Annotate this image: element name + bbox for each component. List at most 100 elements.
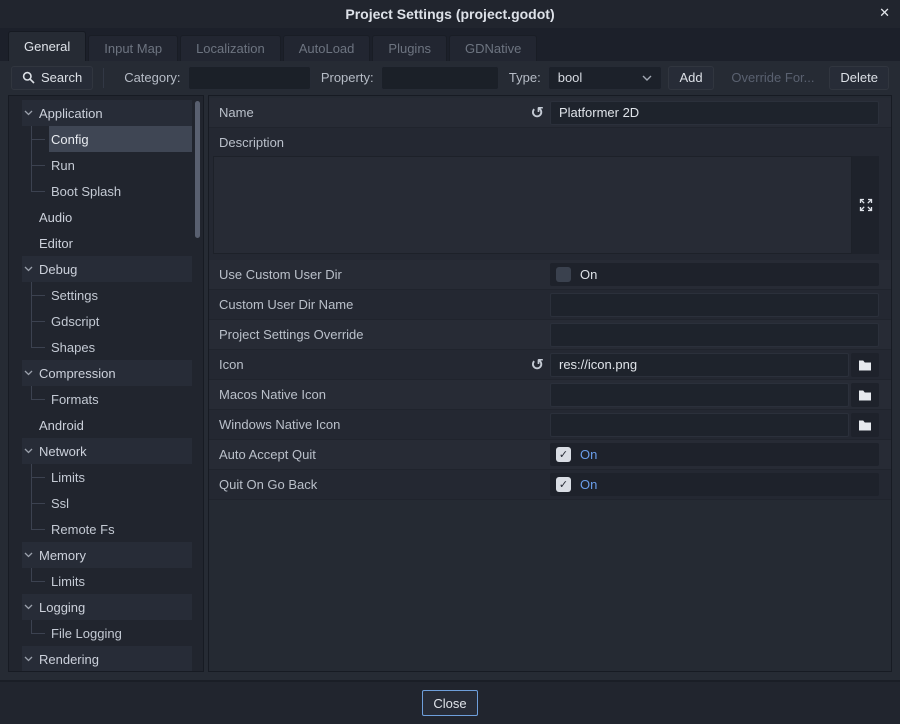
tree-guide <box>31 464 46 490</box>
use-custom-user-dir-checkbox[interactable]: On <box>550 263 879 286</box>
property-row-name: Name ↺ Platformer 2D <box>209 98 891 128</box>
chevron-down-icon[interactable] <box>24 370 33 376</box>
sidebar-item-rendering[interactable]: Rendering <box>9 646 203 672</box>
tab-gdnative[interactable]: GDNative <box>449 35 537 61</box>
property-row-macos-native-icon: Macos Native Icon <box>209 380 891 410</box>
custom-user-dir-name-field[interactable] <box>550 293 879 317</box>
property-row-description: Description <box>209 128 891 156</box>
type-label: Type: <box>509 70 541 85</box>
checkbox-checked-icon: ✓ <box>556 477 571 492</box>
chevron-down-icon[interactable] <box>24 604 33 610</box>
close-icon[interactable]: ✕ <box>879 0 890 28</box>
property-label: Property: <box>321 70 374 85</box>
sidebar-item-network[interactable]: Network <box>9 438 203 464</box>
sections-tree: Application Config Run Boot Splash <box>8 95 204 672</box>
sidebar-item-logging[interactable]: Logging <box>9 594 203 620</box>
project-settings-dialog: Project Settings (project.godot) ✕ Gener… <box>0 0 900 724</box>
property-row-windows-native-icon: Windows Native Icon <box>209 410 891 440</box>
sidebar-item-ssl[interactable]: Ssl <box>9 490 203 516</box>
toolbar-separator <box>103 68 104 88</box>
chevron-down-icon[interactable] <box>24 552 33 558</box>
sidebar-item-shapes[interactable]: Shapes <box>9 334 203 360</box>
type-select[interactable]: bool <box>548 66 662 90</box>
chevron-down-icon[interactable] <box>24 448 33 454</box>
sidebar-item-run[interactable]: Run <box>9 152 203 178</box>
add-button[interactable]: Add <box>668 66 713 90</box>
tree-guide <box>31 620 46 646</box>
tab-bar: General Input Map Localization AutoLoad … <box>0 28 900 61</box>
windows-native-icon-field[interactable] <box>550 413 849 437</box>
tree-guide <box>31 282 46 308</box>
category-label: Category: <box>124 70 180 85</box>
macos-native-icon-field[interactable] <box>550 383 849 407</box>
sidebar-item-memory-limits[interactable]: Limits <box>9 568 203 594</box>
folder-icon <box>858 418 872 431</box>
close-button[interactable]: Close <box>422 690 477 716</box>
property-row-icon: Icon ↺ res://icon.png <box>209 350 891 380</box>
tab-autoload[interactable]: AutoLoad <box>283 35 371 61</box>
delete-button[interactable]: Delete <box>829 66 889 90</box>
windows-icon-browse-button[interactable] <box>851 413 879 437</box>
dialog-footer: Close <box>0 680 900 724</box>
folder-icon <box>858 388 872 401</box>
sidebar-item-settings[interactable]: Settings <box>9 282 203 308</box>
chevron-down-icon[interactable] <box>24 656 33 662</box>
search-button[interactable]: Search <box>11 66 93 90</box>
sidebar-item-compression[interactable]: Compression <box>9 360 203 386</box>
sidebar-item-android[interactable]: Android <box>9 412 203 438</box>
folder-icon <box>858 358 872 371</box>
category-input[interactable] <box>188 66 311 90</box>
icon-field[interactable]: res://icon.png <box>550 353 849 377</box>
sidebar-item-boot-splash[interactable]: Boot Splash <box>9 178 203 204</box>
chevron-down-icon[interactable] <box>24 266 33 272</box>
sidebar-item-editor[interactable]: Editor <box>9 230 203 256</box>
macos-icon-browse-button[interactable] <box>851 383 879 407</box>
tree-guide <box>31 152 46 178</box>
tree-guide <box>31 334 46 360</box>
icon-browse-button[interactable] <box>851 353 879 377</box>
property-row-auto-accept-quit: Auto Accept Quit ✓ On <box>209 440 891 470</box>
sidebar-item-audio[interactable]: Audio <box>9 204 203 230</box>
project-settings-override-field[interactable] <box>550 323 879 347</box>
sidebar-scrollbar[interactable] <box>195 101 200 238</box>
tree-guide <box>31 490 46 516</box>
sidebar-item-gdscript[interactable]: Gdscript <box>9 308 203 334</box>
tree-guide <box>31 568 46 594</box>
tab-plugins[interactable]: Plugins <box>372 35 447 61</box>
expand-icon <box>859 198 873 212</box>
sidebar-item-file-logging[interactable]: File Logging <box>9 620 203 646</box>
title-bar: Project Settings (project.godot) ✕ <box>0 0 900 28</box>
chevron-down-icon[interactable] <box>24 110 33 116</box>
property-row-use-custom-user-dir: Use Custom User Dir On <box>209 260 891 290</box>
property-row-project-settings-override: Project Settings Override <box>209 320 891 350</box>
sidebar-item-formats[interactable]: Formats <box>9 386 203 412</box>
tab-general[interactable]: General <box>8 31 86 61</box>
tab-input-map[interactable]: Input Map <box>88 35 178 61</box>
auto-accept-quit-checkbox[interactable]: ✓ On <box>550 443 879 466</box>
revert-icon[interactable]: ↺ <box>531 357 544 373</box>
quit-on-go-back-checkbox[interactable]: ✓ On <box>550 473 879 496</box>
search-button-label: Search <box>41 70 82 85</box>
chevron-down-icon <box>642 75 652 81</box>
properties-panel: Name ↺ Platformer 2D Description <box>208 95 892 672</box>
sidebar-item-network-limits[interactable]: Limits <box>9 464 203 490</box>
expand-button[interactable] <box>852 156 879 254</box>
sidebar-item-config[interactable]: Config <box>9 126 203 152</box>
property-input[interactable] <box>381 66 499 90</box>
tab-localization[interactable]: Localization <box>180 35 281 61</box>
revert-icon[interactable]: ↺ <box>531 105 544 121</box>
sidebar-item-memory[interactable]: Memory <box>9 542 203 568</box>
sidebar-item-application[interactable]: Application <box>9 100 203 126</box>
property-row-quit-on-go-back: Quit On Go Back ✓ On <box>209 470 891 500</box>
content-area: Application Config Run Boot Splash <box>8 95 892 672</box>
description-textarea[interactable] <box>213 156 852 254</box>
checkbox-unchecked-icon <box>556 267 571 282</box>
override-for-button: Override For... <box>720 66 825 90</box>
sidebar-item-debug[interactable]: Debug <box>9 256 203 282</box>
general-tab-panel: Search Category: Property: Type: bool Ad… <box>0 61 900 680</box>
checkbox-checked-icon: ✓ <box>556 447 571 462</box>
type-select-value: bool <box>558 70 583 85</box>
tree-guide <box>31 516 46 542</box>
name-field[interactable]: Platformer 2D <box>550 101 879 125</box>
sidebar-item-remote-fs[interactable]: Remote Fs <box>9 516 203 542</box>
